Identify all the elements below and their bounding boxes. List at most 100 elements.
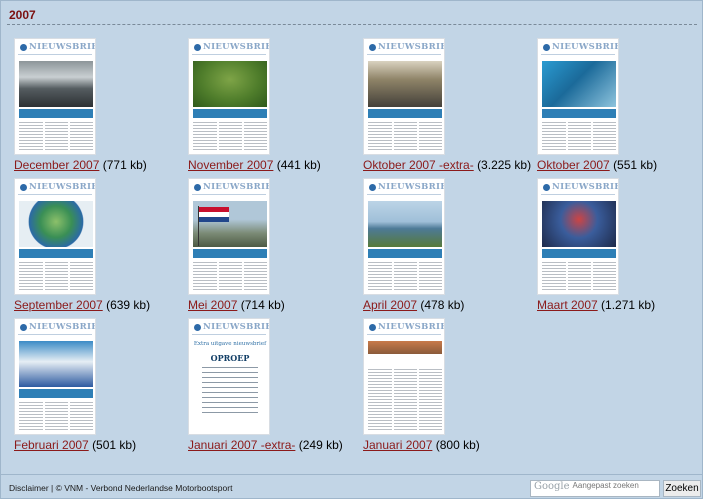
cover-photo bbox=[19, 201, 93, 247]
cover-banner bbox=[19, 109, 93, 118]
cover-photo bbox=[368, 61, 442, 107]
masthead-text: NIEUWSBRIEF bbox=[29, 182, 95, 192]
masthead-text: NIEUWSBRIEF bbox=[378, 182, 444, 192]
newsletter-item: NIEUWSBRIEF Maart 2007 (1.271 kb) bbox=[537, 178, 703, 318]
footer-separator: | bbox=[48, 483, 56, 493]
cover-photo bbox=[368, 201, 442, 247]
cover-text-columns bbox=[542, 262, 616, 292]
newsletter-thumbnail[interactable]: NIEUWSBRIEF bbox=[363, 318, 445, 435]
disclaimer-link[interactable]: Disclaimer bbox=[9, 483, 49, 493]
newsletter-item: NIEUWSBRIEF Januari 2007 (800 kb) bbox=[363, 318, 538, 458]
cover-text-columns bbox=[193, 262, 267, 292]
vnm-logo-icon bbox=[543, 44, 550, 51]
newsletter-link[interactable]: Maart 2007 bbox=[537, 298, 598, 312]
oproep-heading: OPROEP bbox=[210, 353, 250, 363]
masthead: NIEUWSBRIEF bbox=[192, 182, 269, 195]
vnm-logo-icon bbox=[369, 44, 376, 51]
file-size: (771 kb) bbox=[102, 158, 147, 172]
newsletter-caption: April 2007 (478 kb) bbox=[363, 298, 464, 312]
masthead-text: NIEUWSBRIEF bbox=[552, 42, 618, 52]
vnm-logo-icon bbox=[194, 324, 201, 331]
vnm-logo-icon bbox=[20, 184, 27, 191]
masthead-text: NIEUWSBRIEF bbox=[29, 322, 95, 332]
cover-text-columns bbox=[19, 122, 93, 152]
newsletter-caption: Januari 2007 (800 kb) bbox=[363, 438, 480, 452]
newsletter-item: NIEUWSBRIEF Mei 2007 (714 kb) bbox=[188, 178, 363, 318]
newsletter-item: NIEUWSBRIEF December 2007 (771 kb) bbox=[14, 38, 189, 178]
footer-text: Disclaimer | © VNM - Verbond Nederlandse… bbox=[9, 483, 232, 493]
newsletter-caption: Februari 2007 (501 kb) bbox=[14, 438, 136, 452]
newsletter-caption: November 2007 (441 kb) bbox=[188, 158, 321, 172]
newsletter-item: NIEUWSBRIEF Extra uitgave nieuwsbrief OP… bbox=[188, 318, 363, 458]
file-size: (714 kb) bbox=[240, 298, 285, 312]
newsletter-link[interactable]: Oktober 2007 bbox=[537, 158, 610, 172]
masthead: NIEUWSBRIEF bbox=[18, 322, 95, 335]
vnm-logo-icon bbox=[369, 324, 376, 331]
newsletter-thumbnail[interactable]: NIEUWSBRIEF bbox=[188, 178, 270, 295]
newsletter-item: NIEUWSBRIEF Oktober 2007 (551 kb) bbox=[537, 38, 703, 178]
vnm-logo-icon bbox=[194, 44, 201, 51]
oproep-intro: Extra uitgave nieuwsbrief bbox=[193, 341, 267, 347]
newsletter-thumbnail[interactable]: NIEUWSBRIEF bbox=[14, 318, 96, 435]
masthead: NIEUWSBRIEF bbox=[367, 182, 444, 195]
vnm-logo-icon bbox=[543, 184, 550, 191]
dutch-flag-icon bbox=[198, 206, 229, 246]
masthead-text: NIEUWSBRIEF bbox=[552, 182, 618, 192]
cover-banner bbox=[368, 109, 442, 118]
newsletter-caption: September 2007 (639 kb) bbox=[14, 298, 150, 312]
file-size: (3.225 kb) bbox=[477, 158, 532, 172]
newsletter-link[interactable]: Januari 2007 bbox=[363, 438, 432, 452]
masthead: NIEUWSBRIEF bbox=[192, 42, 269, 55]
masthead-text: NIEUWSBRIEF bbox=[29, 42, 95, 52]
masthead-text: NIEUWSBRIEF bbox=[203, 42, 269, 52]
vnm-logo-icon bbox=[369, 184, 376, 191]
newsletter-thumbnail[interactable]: NIEUWSBRIEF Extra uitgave nieuwsbrief OP… bbox=[188, 318, 270, 435]
search-input[interactable]: Google Aangepast zoeken bbox=[530, 480, 660, 497]
file-size: (249 kb) bbox=[298, 438, 343, 452]
newsletter-thumbnail[interactable]: NIEUWSBRIEF bbox=[363, 178, 445, 295]
cover-banner bbox=[19, 389, 93, 398]
search-button[interactable]: Zoeken bbox=[663, 480, 701, 497]
masthead: NIEUWSBRIEF bbox=[367, 322, 444, 335]
newsletter-item: NIEUWSBRIEF April 2007 (478 kb) bbox=[363, 178, 538, 318]
newsletter-thumbnail[interactable]: NIEUWSBRIEF bbox=[537, 38, 619, 155]
masthead-text: NIEUWSBRIEF bbox=[203, 322, 269, 332]
newsletter-thumbnail[interactable]: NIEUWSBRIEF bbox=[14, 38, 96, 155]
newsletter-link[interactable]: Januari 2007 -extra- bbox=[188, 438, 295, 452]
newsletter-item: NIEUWSBRIEF Oktober 2007 -extra- (3.225 … bbox=[363, 38, 538, 178]
file-size: (501 kb) bbox=[92, 438, 137, 452]
content-panel: 2007 NIEUWSBRIEF December 2007 (771 kb) … bbox=[0, 0, 703, 499]
year-heading: 2007 bbox=[9, 8, 36, 22]
cover-photo bbox=[19, 61, 93, 107]
footer: Disclaimer | © VNM - Verbond Nederlandse… bbox=[1, 474, 703, 500]
newsletter-link[interactable]: Februari 2007 bbox=[14, 438, 89, 452]
cover-text-columns bbox=[368, 262, 442, 292]
newsletter-caption: December 2007 (771 kb) bbox=[14, 158, 147, 172]
cover-text-columns bbox=[19, 262, 93, 292]
masthead: NIEUWSBRIEF bbox=[541, 42, 618, 55]
cover-photo bbox=[368, 341, 442, 363]
newsletter-thumbnail[interactable]: NIEUWSBRIEF bbox=[14, 178, 96, 295]
newsletter-link[interactable]: September 2007 bbox=[14, 298, 103, 312]
google-logo: Google bbox=[534, 481, 570, 492]
vnm-logo-icon bbox=[20, 44, 27, 51]
newsletter-caption: Januari 2007 -extra- (249 kb) bbox=[188, 438, 343, 452]
file-size: (441 kb) bbox=[276, 158, 321, 172]
copyright-text: © VNM - Verbond Nederlandse Motorbootspo… bbox=[55, 483, 233, 493]
cover-photo bbox=[193, 61, 267, 107]
cover-photo bbox=[193, 201, 267, 247]
cover-photo bbox=[542, 201, 616, 247]
newsletter-link[interactable]: December 2007 bbox=[14, 158, 99, 172]
oproep-body-lines bbox=[202, 367, 258, 417]
newsletter-thumbnail[interactable]: NIEUWSBRIEF bbox=[188, 38, 270, 155]
newsletter-link[interactable]: Oktober 2007 -extra- bbox=[363, 158, 474, 172]
newsletter-caption: Mei 2007 (714 kb) bbox=[188, 298, 285, 312]
masthead: NIEUWSBRIEF bbox=[18, 42, 95, 55]
masthead: NIEUWSBRIEF bbox=[192, 322, 269, 335]
newsletter-link[interactable]: November 2007 bbox=[188, 158, 273, 172]
newsletter-link[interactable]: April 2007 bbox=[363, 298, 417, 312]
newsletter-thumbnail[interactable]: NIEUWSBRIEF bbox=[537, 178, 619, 295]
newsletter-thumbnail[interactable]: NIEUWSBRIEF bbox=[363, 38, 445, 155]
newsletter-link[interactable]: Mei 2007 bbox=[188, 298, 237, 312]
masthead: NIEUWSBRIEF bbox=[541, 182, 618, 195]
